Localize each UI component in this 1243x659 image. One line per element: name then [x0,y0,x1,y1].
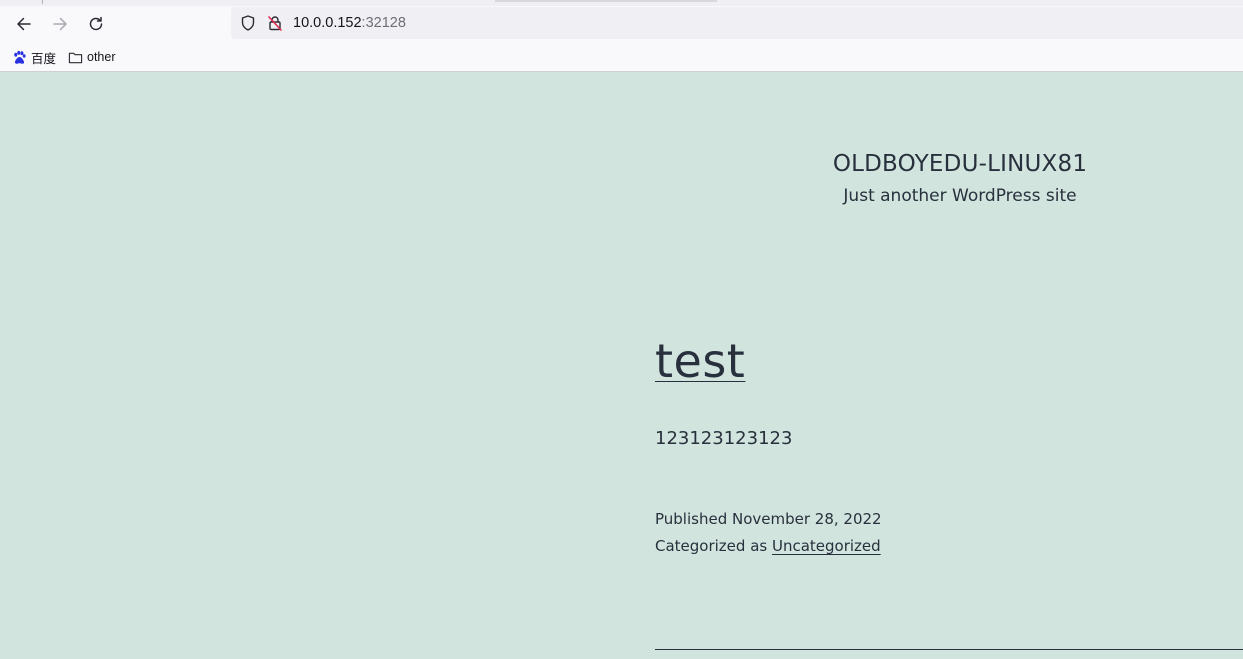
post-categories: Categorized as Uncategorized [655,537,881,555]
arrow-left-icon [17,17,31,31]
arrow-right-icon [53,17,67,31]
bookmarks-bar: 百度 other [0,46,1243,68]
bookmark-baidu[interactable]: 百度 [12,46,56,68]
site-tagline: Just another WordPress site [843,186,1077,206]
tab-strip [0,0,1243,6]
bookmark-other-label: other [87,50,116,64]
baidu-paw-icon [14,50,26,64]
url-text[interactable]: 10.0.0.152:32128 [293,14,406,32]
insecure-lock-icon[interactable] [266,14,284,32]
bookmark-baidu-label: 百度 [31,51,57,66]
shield-icon[interactable] [239,14,257,32]
category-link[interactable]: Uncategorized [772,537,881,555]
active-tab-edge[interactable] [495,0,717,2]
address-bar[interactable]: 10.0.0.152:32128 [231,7,1243,39]
bookmark-folder-other[interactable]: other [68,46,116,68]
reload-button[interactable] [82,10,110,38]
url-port: :32128 [361,15,406,31]
categorized-prefix: Categorized as [655,537,772,555]
browser-toolbar: 10.0.0.152:32128 百度 other [0,0,1243,72]
tab-divider [42,0,43,4]
site-title[interactable]: OLDBOYEDU-LINUX81 [780,151,1140,177]
url-host: 10.0.0.152 [293,15,362,31]
forward-button[interactable] [46,10,74,38]
post-published-date: Published November 28, 2022 [655,510,882,528]
post-title-link[interactable]: test [655,333,745,389]
folder-icon [68,52,83,63]
post-content: 123123123123 [655,428,793,449]
reload-icon [89,16,103,31]
post-separator [655,649,1243,650]
back-button[interactable] [10,10,38,38]
